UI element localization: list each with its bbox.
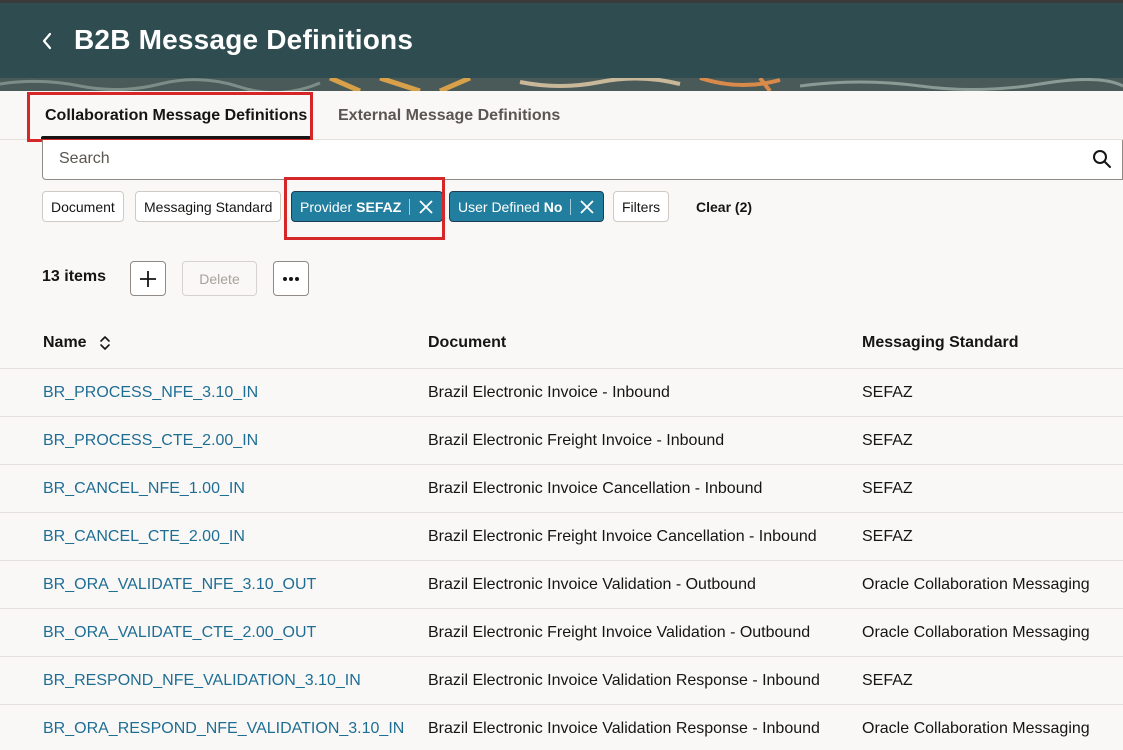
chevron-left-icon <box>42 32 52 50</box>
document-cell: Brazil Electronic Invoice Validation - O… <box>428 576 756 593</box>
messaging-standard-cell: SEFAZ <box>862 528 913 545</box>
table-row[interactable]: BR_CANCEL_CTE_2.00_IN Brazil Electronic … <box>0 513 1123 561</box>
table-row[interactable]: BR_PROCESS_NFE_3.10_IN Brazil Electronic… <box>0 369 1123 417</box>
document-cell: Brazil Electronic Invoice Cancellation -… <box>428 480 763 497</box>
definition-name-link[interactable]: BR_CANCEL_CTE_2.00_IN <box>43 528 245 546</box>
definition-name-link[interactable]: BR_PROCESS_CTE_2.00_IN <box>43 432 258 450</box>
messaging-standard-cell: SEFAZ <box>862 432 913 449</box>
search-input[interactable] <box>59 140 1059 178</box>
page-header: B2B Message Definitions <box>0 0 1123 91</box>
item-count: 13 items <box>42 268 107 285</box>
table-row[interactable]: BR_PROCESS_CTE_2.00_IN Brazil Electronic… <box>0 417 1123 465</box>
definition-name-link[interactable]: BR_ORA_VALIDATE_NFE_3.10_OUT <box>43 576 316 594</box>
plus-icon <box>140 270 156 287</box>
definition-name-link[interactable]: BR_ORA_RESPOND_NFE_VALIDATION_3.10_IN <box>43 720 404 738</box>
messaging-standard-cell: Oracle Collaboration Messaging <box>862 576 1090 593</box>
document-cell: Brazil Electronic Freight Invoice Valida… <box>428 624 811 641</box>
document-cell: Brazil Electronic Invoice - Inbound <box>428 384 670 401</box>
messaging-standard-cell: SEFAZ <box>862 480 913 497</box>
definition-name-link[interactable]: BR_RESPOND_NFE_VALIDATION_3.10_IN <box>43 672 361 690</box>
document-cell: Brazil Electronic Freight Invoice - Inbo… <box>428 432 725 449</box>
header-decoration <box>0 78 1123 91</box>
clear-filters-button[interactable]: Clear (2) <box>696 191 752 222</box>
definition-name-link[interactable]: BR_CANCEL_NFE_1.00_IN <box>43 480 245 498</box>
close-icon <box>580 199 595 214</box>
remove-provider-filter-button[interactable] <box>410 192 442 221</box>
table-row[interactable]: BR_ORA_RESPOND_NFE_VALIDATION_3.10_IN Br… <box>0 705 1123 750</box>
filter-chip-user-defined[interactable]: User Defined No <box>449 191 605 222</box>
definition-name-link[interactable]: BR_ORA_VALIDATE_CTE_2.00_OUT <box>43 624 316 642</box>
column-header-messaging-standard[interactable]: Messaging Standard <box>862 334 1018 352</box>
messaging-standard-cell: SEFAZ <box>862 672 913 689</box>
delete-button[interactable]: Delete <box>182 261 257 296</box>
messaging-standard-cell: Oracle Collaboration Messaging <box>862 624 1090 641</box>
definition-name-link[interactable]: BR_PROCESS_NFE_3.10_IN <box>43 384 258 402</box>
column-header-name[interactable]: Name <box>43 334 87 352</box>
filter-chip-value: SEFAZ <box>356 198 402 215</box>
messaging-standard-cell: SEFAZ <box>862 384 913 401</box>
delete-button-label: Delete <box>199 270 240 287</box>
table-row[interactable]: BR_ORA_VALIDATE_NFE_3.10_OUT Brazil Elec… <box>0 561 1123 609</box>
tab-external-message-definitions[interactable]: External Message Definitions <box>338 91 560 140</box>
remove-user-defined-filter-button[interactable] <box>571 192 603 221</box>
filter-chip-label: Document <box>51 198 115 215</box>
filter-chip-messaging-standard[interactable]: Messaging Standard <box>135 191 282 222</box>
page-title: B2B Message Definitions <box>74 24 414 55</box>
header-top-line <box>0 0 1123 3</box>
close-icon <box>419 199 433 214</box>
message-definitions-table: Name Document Messaging Standard BR_PROC… <box>0 318 1123 750</box>
filters-button[interactable]: Filters <box>613 191 670 222</box>
filter-chip-label: Provider <box>300 198 353 215</box>
document-cell: Brazil Electronic Freight Invoice Cancel… <box>428 528 817 545</box>
column-header-document[interactable]: Document <box>428 334 506 352</box>
tab-collaboration-message-definitions[interactable]: Collaboration Message Definitions <box>40 91 312 140</box>
search-box <box>42 140 1123 180</box>
table-row[interactable]: BR_ORA_VALIDATE_CTE_2.00_OUT Brazil Elec… <box>0 609 1123 657</box>
document-cell: Brazil Electronic Invoice Validation Res… <box>428 720 820 737</box>
search-icon[interactable] <box>1092 149 1112 169</box>
document-cell: Brazil Electronic Invoice Validation Res… <box>428 672 820 689</box>
table-header: Name Document Messaging Standard <box>0 318 1123 369</box>
back-button[interactable] <box>32 22 62 60</box>
filter-chip-provider[interactable]: Provider SEFAZ <box>291 191 444 222</box>
messaging-standard-cell: Oracle Collaboration Messaging <box>862 720 1090 737</box>
filter-chip-document[interactable]: Document <box>42 191 124 222</box>
sort-icon[interactable] <box>98 334 112 352</box>
more-actions-button[interactable] <box>273 261 309 296</box>
filters-button-label: Filters <box>622 198 661 215</box>
tab-bar: Collaboration Message Definitions Extern… <box>0 91 1123 140</box>
filter-chip-value: No <box>543 198 563 215</box>
add-button[interactable] <box>130 261 166 296</box>
filter-chip-label: User Defined <box>458 198 540 215</box>
table-row[interactable]: BR_CANCEL_NFE_1.00_IN Brazil Electronic … <box>0 465 1123 513</box>
filter-chip-label: Messaging Standard <box>144 198 273 215</box>
more-horizontal-icon <box>283 276 299 281</box>
table-row[interactable]: BR_RESPOND_NFE_VALIDATION_3.10_IN Brazil… <box>0 657 1123 705</box>
